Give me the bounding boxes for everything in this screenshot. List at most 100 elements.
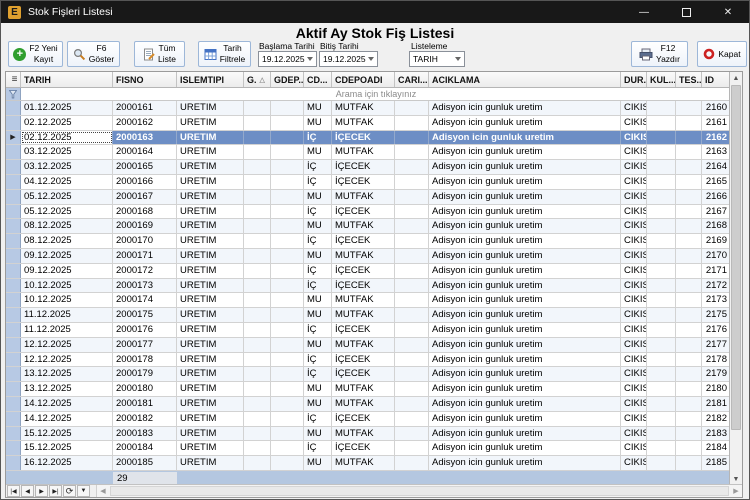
table-row[interactable]: 05.12.20252000167URETIMMUMUTFAKAdisyon i… [6,190,731,205]
row-selector[interactable] [6,427,21,441]
row-selector[interactable] [6,323,21,337]
row-selector[interactable] [6,234,21,248]
row-selector[interactable] [6,175,21,189]
row-selector[interactable] [6,441,21,455]
row-selector[interactable] [6,293,21,307]
row-selector[interactable] [6,412,21,426]
nav-last-button[interactable]: ▶| [49,485,62,497]
column-header-islemtipi[interactable]: ISLEMTIPI [177,72,244,87]
refresh-icon[interactable]: ⟳ [63,485,76,497]
close-button[interactable]: ✕ [707,1,749,23]
table-row[interactable]: 08.12.20252000170URETIMİÇİÇECEKAdisyon i… [6,234,731,249]
table-row[interactable]: 13.12.20252000180URETIMMUMUTFAKAdisyon i… [6,382,731,397]
date-filter-button[interactable]: TarihFiltrele [198,41,251,67]
table-row[interactable]: 15.12.20252000183URETIMMUMUTFAKAdisyon i… [6,427,731,442]
column-header-fisno[interactable]: FISNO [113,72,177,87]
table-row[interactable]: 16.12.20252000185URETIMMUMUTFAKAdisyon i… [6,456,731,471]
close-form-button[interactable]: Kapat [697,41,747,67]
row-selector[interactable] [6,249,21,263]
row-selector[interactable] [6,116,21,130]
table-row[interactable]: 04.12.20252000166URETIMİÇİÇECEKAdisyon i… [6,175,731,190]
cell-cari [395,427,429,441]
maximize-button[interactable] [665,1,707,23]
cell-kul [647,131,676,145]
table-row[interactable]: 13.12.20252000179URETIMİÇİÇECEKAdisyon i… [6,367,731,382]
cell-gdep [271,234,304,248]
column-header-cdepoadi[interactable]: CDEPOADI [332,72,395,87]
nav-first-button[interactable]: |◀ [7,485,20,497]
column-header-id[interactable]: ID [702,72,731,87]
column-header-gdep[interactable]: GDEP... [271,72,304,87]
row-selector[interactable] [6,190,21,204]
table-row[interactable]: ▶02.12.20252000163URETIMİÇİÇECEKAdisyon … [6,131,731,146]
column-header-tes[interactable]: TES... [676,72,702,87]
row-selector[interactable] [6,397,21,411]
table-row[interactable]: 08.12.20252000169URETIMMUMUTFAKAdisyon i… [6,219,731,234]
nav-next-button[interactable]: ▶ [35,485,48,497]
column-header-tarih[interactable]: TARIH [21,72,113,87]
table-row[interactable]: 11.12.20252000175URETIMMUMUTFAKAdisyon i… [6,308,731,323]
column-header-dur[interactable]: DUR... [621,72,647,87]
cell-kul [647,175,676,189]
start-date-combobox[interactable]: 19.12.2025 [258,51,317,67]
cell-id: 2172 [702,279,731,293]
row-selector[interactable] [6,205,21,219]
show-button[interactable]: F6Göster [67,41,120,67]
vertical-scrollbar-thumb[interactable] [731,85,741,430]
row-selector[interactable] [6,264,21,278]
table-row[interactable]: 03.12.20252000164URETIMMUMUTFAKAdisyon i… [6,145,731,160]
table-row[interactable]: 10.12.20252000173URETIMİÇİÇECEKAdisyon i… [6,279,731,294]
table-row[interactable]: 12.12.20252000177URETIMMUMUTFAKAdisyon i… [6,338,731,353]
table-row[interactable]: 01.12.20252000161URETIMMUMUTFAKAdisyon i… [6,101,731,116]
minimize-button[interactable]: — [623,1,665,23]
horizontal-scrollbar[interactable]: ◀ ▶ [96,485,742,497]
grid-filter-row[interactable]: Arama için tıklayınız [6,88,731,101]
row-selector[interactable] [6,145,21,159]
listing-combobox[interactable]: TARIH [409,51,465,67]
row-selector[interactable] [6,456,21,470]
table-row[interactable]: 11.12.20252000176URETIMİÇİÇECEKAdisyon i… [6,323,731,338]
row-selector[interactable] [6,382,21,396]
filter-icon[interactable]: ▼ [77,485,90,497]
table-row[interactable]: 15.12.20252000184URETIMİÇİÇECEKAdisyon i… [6,441,731,456]
cell-tarih: 16.12.2025 [21,456,113,470]
table-row[interactable]: 09.12.20252000172URETIMİÇİÇECEKAdisyon i… [6,264,731,279]
current-row-marker-icon[interactable]: ▶ [6,131,21,145]
column-header-g[interactable]: G.△ [244,72,271,87]
row-selector[interactable] [6,160,21,174]
all-list-button[interactable]: TümListe [134,41,185,67]
row-selector[interactable] [6,353,21,367]
column-header-kul[interactable]: KUL... [647,72,676,87]
table-row[interactable]: 02.12.20252000162URETIMMUMUTFAKAdisyon i… [6,116,731,131]
cell-fisno: 2000175 [113,308,177,322]
table-row[interactable]: 10.12.20252000174URETIMMUMUTFAKAdisyon i… [6,293,731,308]
row-selector[interactable] [6,338,21,352]
vertical-scrollbar[interactable]: ▲ ▼ [729,72,742,486]
end-date-combobox[interactable]: 19.12.2025 [319,51,378,67]
row-selector[interactable] [6,308,21,322]
row-selector[interactable] [6,367,21,381]
table-row[interactable]: 14.12.20252000182URETIMİÇİÇECEKAdisyon i… [6,412,731,427]
cell-cari [395,382,429,396]
app-icon: E [8,6,21,19]
column-header-cari[interactable]: CARI... [395,72,429,87]
table-row[interactable]: 12.12.20252000178URETIMİÇİÇECEKAdisyon i… [6,353,731,368]
cell-g [244,397,271,411]
horizontal-scrollbar-thumb[interactable] [110,486,729,496]
scroll-left-icon[interactable]: ◀ [97,485,109,497]
column-header-aciklama[interactable]: ACIKLAMA [429,72,621,87]
scroll-up-icon[interactable]: ▲ [730,72,742,85]
column-header-cd[interactable]: CD... [304,72,332,87]
scroll-right-icon[interactable]: ▶ [730,485,742,497]
table-row[interactable]: 14.12.20252000181URETIMMUMUTFAKAdisyon i… [6,397,731,412]
print-button[interactable]: F12Yazdır [631,41,688,67]
table-row[interactable]: 05.12.20252000168URETIMİÇİÇECEKAdisyon i… [6,205,731,220]
row-selector[interactable] [6,219,21,233]
row-selector[interactable] [6,279,21,293]
row-selector[interactable] [6,101,21,115]
new-record-button[interactable]: + F2 YeniKayıt [8,41,63,67]
nav-prev-button[interactable]: ◀ [21,485,34,497]
table-row[interactable]: 03.12.20252000165URETIMİÇİÇECEKAdisyon i… [6,160,731,175]
grid-menu-icon[interactable]: ≡ [6,72,21,87]
table-row[interactable]: 09.12.20252000171URETIMMUMUTFAKAdisyon i… [6,249,731,264]
